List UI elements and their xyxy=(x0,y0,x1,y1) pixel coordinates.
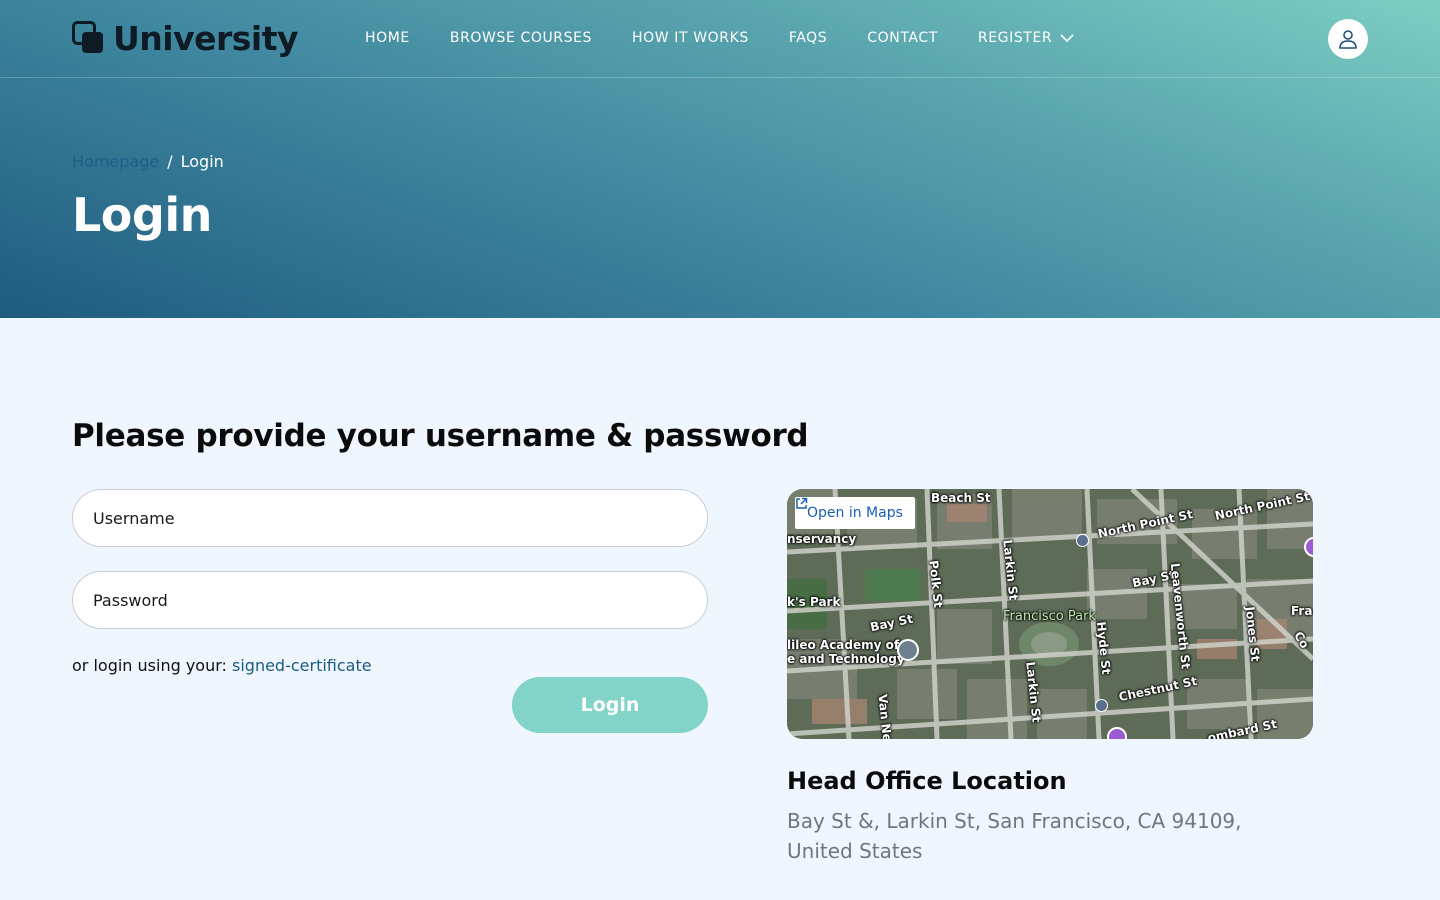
map-school-pin-icon xyxy=(897,639,919,661)
nav-home[interactable]: HOME xyxy=(365,30,410,46)
office-map[interactable]: Open in Maps Beach St North Point St Nor… xyxy=(787,489,1313,739)
nav-contact-label: CONTACT xyxy=(867,30,938,46)
nav-register-label: REGISTER xyxy=(977,30,1053,46)
alt-login-prefix: or login using your: xyxy=(72,656,227,675)
map-transit-pin-icon xyxy=(1095,699,1108,712)
map-label-park-left: k's Park xyxy=(787,595,841,609)
map-label-francisco-park: Francisco Park xyxy=(1003,609,1096,624)
open-in-maps-label: Open in Maps xyxy=(807,505,903,521)
login-button[interactable]: Login xyxy=(512,677,708,733)
logo-squares-icon xyxy=(72,21,103,53)
office-location-title: Head Office Location xyxy=(787,767,1067,795)
page-title: Login xyxy=(72,188,212,242)
map-label-beach-st: Beach St xyxy=(931,491,991,505)
breadcrumb-separator: / xyxy=(167,152,173,171)
nav-browse-courses[interactable]: BROWSE COURSES xyxy=(450,30,592,46)
map-label-academy-2: e and Technology xyxy=(787,652,905,666)
breadcrumb-home-link[interactable]: Homepage xyxy=(72,152,159,171)
nav-home-label: HOME xyxy=(365,30,410,46)
password-input[interactable] xyxy=(72,571,708,629)
username-input[interactable] xyxy=(72,489,708,547)
brand-name: University xyxy=(113,18,299,58)
map-label-conservancy: nservancy xyxy=(787,532,857,546)
main-nav: HOME BROWSE COURSES HOW IT WORKS FAQS CO… xyxy=(365,28,1074,48)
brand-logo[interactable]: University xyxy=(72,18,299,58)
nav-browse-courses-label: BROWSE COURSES xyxy=(449,30,593,46)
user-account-button[interactable] xyxy=(1328,19,1368,59)
map-transit-pin-icon xyxy=(1076,534,1089,547)
map-label-academy-1: lileo Academy of xyxy=(787,638,900,652)
external-link-icon xyxy=(796,497,808,509)
nav-how-it-works[interactable]: HOW IT WORKS xyxy=(632,30,749,46)
nav-register[interactable]: REGISTER xyxy=(978,30,1074,46)
nav-how-it-works-label: HOW IT WORKS xyxy=(632,30,749,46)
open-in-maps-link[interactable]: Open in Maps xyxy=(795,497,915,529)
signed-certificate-link[interactable]: signed-certificate xyxy=(232,656,372,675)
login-heading: Please provide your username & password xyxy=(72,418,809,454)
breadcrumb: Homepage / Login xyxy=(72,152,224,171)
breadcrumb-current: Login xyxy=(180,152,224,171)
hero-banner: University HOME BROWSE COURSES HOW IT WO… xyxy=(0,0,1440,318)
top-navigation-bar: University HOME BROWSE COURSES HOW IT WO… xyxy=(0,0,1440,78)
office-address: Bay St &, Larkin St, San Francisco, CA 9… xyxy=(787,809,1242,863)
map-label-fra: Fra xyxy=(1291,604,1313,618)
chevron-down-icon xyxy=(1060,33,1074,42)
nav-faqs-label: FAQS xyxy=(788,30,828,46)
user-icon xyxy=(1339,30,1357,49)
nav-contact[interactable]: CONTACT xyxy=(867,30,938,46)
alt-login-text: or login using your: signed-certificate xyxy=(72,656,372,675)
nav-faqs[interactable]: FAQS xyxy=(789,30,827,46)
